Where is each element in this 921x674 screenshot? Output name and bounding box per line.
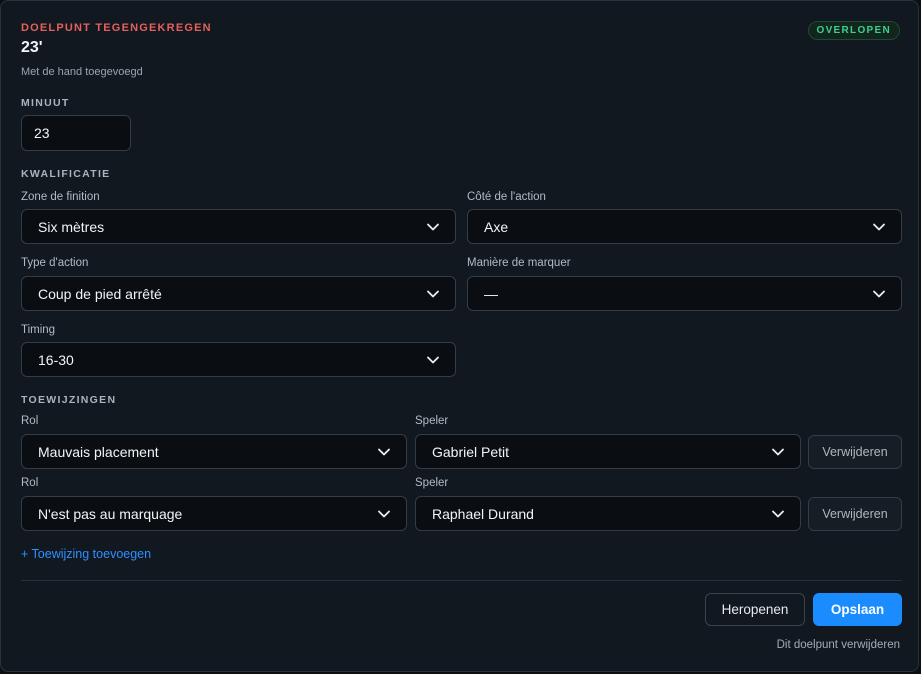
event-minute-title: 23' [21,39,43,56]
assignment-role-select[interactable]: Mauvais placement [21,434,407,469]
assignment-player-value: Gabriel Petit [432,443,510,460]
scoring-manner-select-value: — [484,285,498,302]
player-label: Speler [415,477,449,489]
assignment-player-value: Raphael Durand [432,505,534,522]
event-source-subtitle: Met de hand toegevoegd [21,66,143,78]
footer-divider [21,580,902,581]
chevron-down-icon [378,508,390,520]
chevron-down-icon [427,221,439,233]
timing-select-value: 16-30 [38,351,74,368]
assignment-role-value: N'est pas au marquage [38,505,183,522]
assignments-section-label: TOEWIJZINGEN [21,394,117,406]
chevron-down-icon [772,446,784,458]
minute-section-label: MINUUT [21,97,70,109]
action-type-select-value: Coup de pied arrêté [38,285,162,302]
chevron-down-icon [873,288,885,300]
qualification-section-label: KWALIFICATIE [21,168,111,180]
status-badge: OVERLOPEN [807,21,900,40]
assignment-role-select[interactable]: N'est pas au marquage [21,496,407,531]
remove-assignment-button[interactable]: Verwijderen [808,497,902,531]
chevron-down-icon [378,446,390,458]
timing-select[interactable]: 16-30 [21,342,456,377]
action-type-label: Type d'action [21,257,89,269]
chevron-down-icon [427,354,439,366]
role-label: Rol [21,477,39,489]
timing-label: Timing [21,324,56,336]
side-select-value: Axe [484,218,509,235]
scoring-manner-select[interactable]: — [467,276,902,311]
side-label: Côté de l'action [467,191,546,203]
zone-select-value: Six mètres [38,218,105,235]
chevron-down-icon [772,508,784,520]
zone-label: Zone de finition [21,191,100,203]
event-type-label: DOELPUNT TEGENGEKREGEN [21,22,212,34]
player-label: Speler [415,415,449,427]
scoring-manner-label: Manière de marquer [467,257,571,269]
save-button[interactable]: Opslaan [813,593,902,626]
assignment-player-select[interactable]: Raphael Durand [415,496,801,531]
goal-editor-panel: DOELPUNT TEGENGEKREGEN 23' Met de hand t… [0,0,919,672]
zone-select[interactable]: Six mètres [21,209,456,244]
minute-input[interactable]: 23 [21,115,131,151]
add-assignment-link[interactable]: + Toewijzing toevoegen [21,547,151,561]
action-type-select[interactable]: Coup de pied arrêté [21,276,456,311]
role-label: Rol [21,415,39,427]
delete-goal-link[interactable]: Dit doelpunt verwijderen [777,639,900,651]
remove-assignment-button[interactable]: Verwijderen [808,435,902,469]
minute-input-value: 23 [34,125,50,141]
assignment-player-select[interactable]: Gabriel Petit [415,434,801,469]
assignment-role-value: Mauvais placement [38,443,159,460]
reopen-button[interactable]: Heropenen [705,593,805,626]
side-select[interactable]: Axe [467,209,902,244]
chevron-down-icon [873,221,885,233]
chevron-down-icon [427,288,439,300]
